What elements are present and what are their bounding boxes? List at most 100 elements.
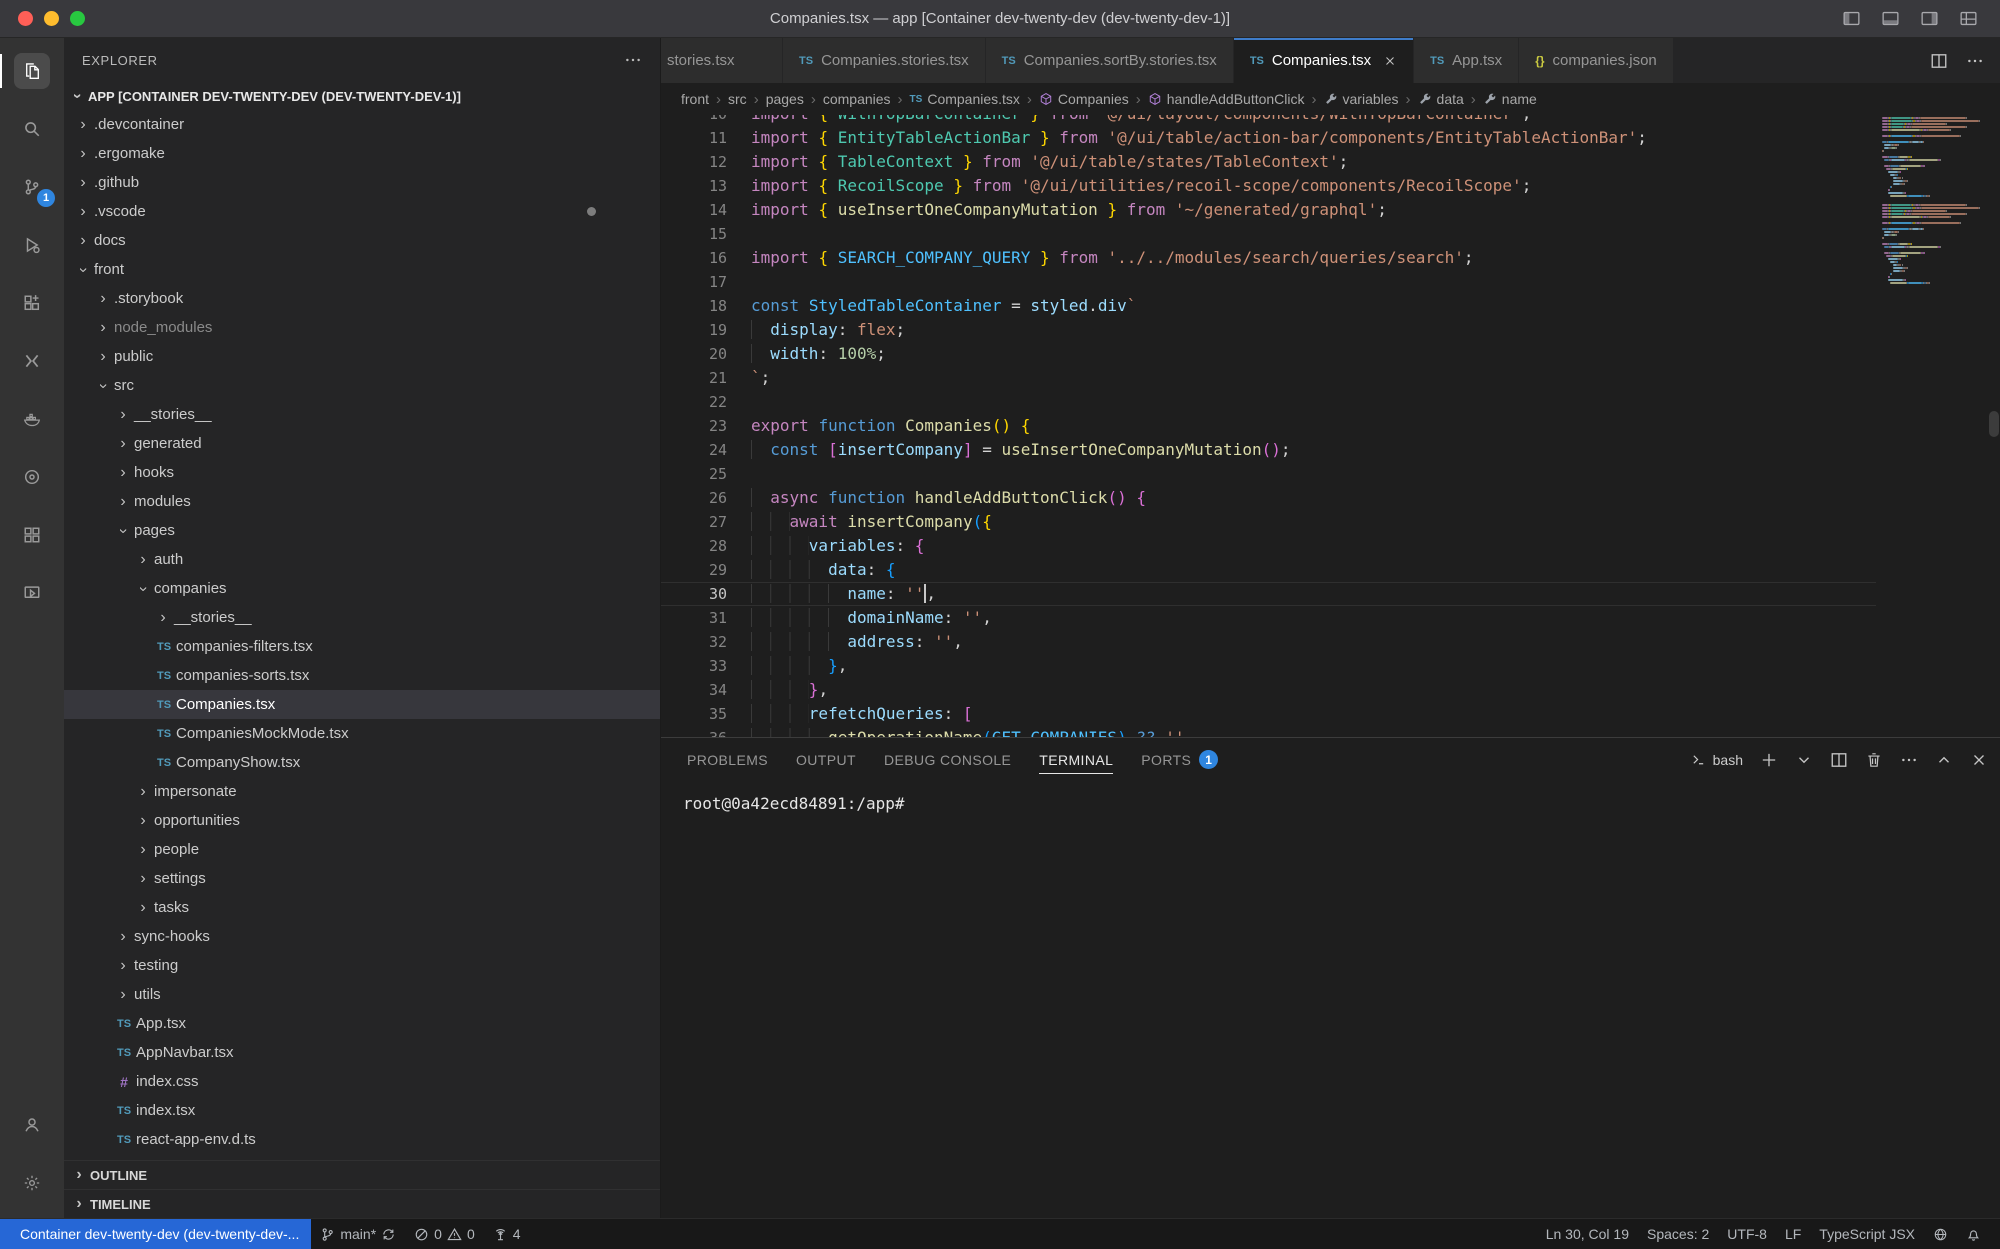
code-line-35[interactable]: 35 refetchQueries: [ xyxy=(661,702,1876,726)
code-line-10[interactable]: 10import { WithTopBarContainer } from '@… xyxy=(661,115,1876,126)
activity-item-search[interactable] xyxy=(0,100,64,158)
code-line-25[interactable]: 25 xyxy=(661,462,1876,486)
panel-tab-terminal[interactable]: TERMINAL xyxy=(1025,738,1127,781)
activity-item-remote-explorer[interactable] xyxy=(0,332,64,390)
code-line-20[interactable]: 20 width: 100%; xyxy=(661,342,1876,366)
split-panel-button[interactable] xyxy=(1830,751,1848,769)
breadcrumb-item-pages[interactable]: pages xyxy=(766,91,804,107)
code-line-30[interactable]: 30 name: '', xyxy=(661,582,1876,606)
editor-tab-Companies.stories.tsx[interactable]: TSCompanies.stories.tsx xyxy=(783,38,986,83)
tree-folder-auth[interactable]: ›auth xyxy=(64,545,660,574)
chevup-panel-button[interactable] xyxy=(1935,751,1953,769)
tree-folder-hooks[interactable]: ›hooks xyxy=(64,458,660,487)
tree-folder-.devcontainer[interactable]: ›.devcontainer xyxy=(64,110,660,139)
more-editor-button[interactable] xyxy=(1966,52,1984,70)
branch-status[interactable]: main* xyxy=(311,1219,405,1249)
tree-folder-people[interactable]: ›people xyxy=(64,835,660,864)
tree-file-Companies.tsx[interactable]: TSCompanies.tsx xyxy=(64,690,660,719)
code-line-19[interactable]: 19 display: flex; xyxy=(661,318,1876,342)
activity-item-extension-c[interactable] xyxy=(0,564,64,622)
zoom-window-button[interactable] xyxy=(70,11,85,26)
activity-item-run-debug[interactable] xyxy=(0,216,64,274)
breadcrumb-item-Companies[interactable]: Companies xyxy=(1039,91,1129,107)
tree-file-index.css[interactable]: #index.css xyxy=(64,1067,660,1096)
tree-folder-settings[interactable]: ›settings xyxy=(64,864,660,893)
minimap[interactable] xyxy=(1882,117,1986,291)
breadcrumb-item-front[interactable]: front xyxy=(681,91,709,107)
more-panel-button[interactable] xyxy=(1900,751,1918,769)
tree-folder-modules[interactable]: ›modules xyxy=(64,487,660,516)
activity-item-extension-a[interactable] xyxy=(0,448,64,506)
tree-folder-tasks[interactable]: ›tasks xyxy=(64,893,660,922)
breadcrumb-item-variables[interactable]: variables xyxy=(1324,91,1399,107)
code-line-32[interactable]: 32 address: '', xyxy=(661,630,1876,654)
remote-indicator[interactable]: Container dev-twenty-dev (dev-twenty-dev… xyxy=(0,1219,311,1249)
chevdown-panel-button[interactable] xyxy=(1795,751,1813,769)
timeline-section-header[interactable]: › TIMELINE xyxy=(64,1189,660,1218)
problems-status[interactable]: 00 xyxy=(405,1219,484,1249)
activity-item-extensions[interactable] xyxy=(0,274,64,332)
tree-folder-.github[interactable]: ›.github xyxy=(64,168,660,197)
tree-folder-utils[interactable]: ›utils xyxy=(64,980,660,1009)
plus-panel-button[interactable] xyxy=(1760,751,1778,769)
panel-tab-ports[interactable]: PORTS1 xyxy=(1127,738,1232,781)
tree-folder-.storybook[interactable]: ›.storybook xyxy=(64,284,660,313)
tree-folder-__stories__[interactable]: ›__stories__ xyxy=(64,400,660,429)
layout-customize-button[interactable] xyxy=(1959,9,1978,28)
code-line-22[interactable]: 22 xyxy=(661,390,1876,414)
code-line-15[interactable]: 15 xyxy=(661,222,1876,246)
editor-tab-Companies.tsx[interactable]: TSCompanies.tsx xyxy=(1234,38,1414,83)
activity-item-docker[interactable] xyxy=(0,390,64,448)
tree-file-companies-filters.tsx[interactable]: TScompanies-filters.tsx xyxy=(64,632,660,661)
tree-folder-src[interactable]: ›src xyxy=(64,371,660,400)
code-line-13[interactable]: 13import { RecoilScope } from '@/ui/util… xyxy=(661,174,1876,198)
tree-folder-front[interactable]: ›front xyxy=(64,255,660,284)
tree-folder-testing[interactable]: ›testing xyxy=(64,951,660,980)
panel-tab-debug-console[interactable]: DEBUG CONSOLE xyxy=(870,738,1025,781)
code-line-14[interactable]: 14import { useInsertOneCompanyMutation }… xyxy=(661,198,1876,222)
terminal-instance[interactable]: bash xyxy=(1691,752,1743,768)
editor-tab-stories.tsx[interactable]: stories.tsx xyxy=(661,38,783,83)
activity-item-accounts[interactable] xyxy=(0,1096,64,1154)
language-mode[interactable]: TypeScript JSX xyxy=(1810,1219,1924,1249)
tree-file-AppNavbar.tsx[interactable]: TSAppNavbar.tsx xyxy=(64,1038,660,1067)
tree-folder-public[interactable]: ›public xyxy=(64,342,660,371)
code-line-17[interactable]: 17 xyxy=(661,270,1876,294)
code-line-29[interactable]: 29 data: { xyxy=(661,558,1876,582)
tree-folder-companies[interactable]: ›companies xyxy=(64,574,660,603)
breadcrumb-item-companies[interactable]: companies xyxy=(823,91,891,107)
activity-item-source-control[interactable]: 1 xyxy=(0,158,64,216)
tree-file-CompaniesMockMode.tsx[interactable]: TSCompaniesMockMode.tsx xyxy=(64,719,660,748)
tree-folder-opportunities[interactable]: ›opportunities xyxy=(64,806,660,835)
code-line-34[interactable]: 34 }, xyxy=(661,678,1876,702)
tree-folder-__stories__[interactable]: ›__stories__ xyxy=(64,603,660,632)
tree-folder-docs[interactable]: ›docs xyxy=(64,226,660,255)
code-line-16[interactable]: 16import { SEARCH_COMPANY_QUERY } from '… xyxy=(661,246,1876,270)
breadcrumb-item-src[interactable]: src xyxy=(728,91,747,107)
code-line-27[interactable]: 27 await insertCompany({ xyxy=(661,510,1876,534)
encoding[interactable]: UTF-8 xyxy=(1718,1219,1776,1249)
editor-tab-App.tsx[interactable]: TSApp.tsx xyxy=(1414,38,1519,83)
trash-panel-button[interactable] xyxy=(1865,751,1883,769)
layout-sidebar-right-button[interactable] xyxy=(1920,9,1939,28)
tree-file-App.tsx[interactable]: TSApp.tsx xyxy=(64,1009,660,1038)
tree-folder-sync-hooks[interactable]: ›sync-hooks xyxy=(64,922,660,951)
ports-status[interactable]: 4 xyxy=(484,1219,530,1249)
code-line-23[interactable]: 23export function Companies() { xyxy=(661,414,1876,438)
layout-sidebar-left-button[interactable] xyxy=(1842,9,1861,28)
tree-file-react-app-env.d.ts[interactable]: TSreact-app-env.d.ts xyxy=(64,1125,660,1154)
close-window-button[interactable] xyxy=(18,11,33,26)
feedback[interactable] xyxy=(1924,1219,1957,1249)
code-editor[interactable]: 10import { WithTopBarContainer } from '@… xyxy=(661,115,2000,737)
breadcrumb-item-Companies.tsx[interactable]: TSCompanies.tsx xyxy=(910,91,1020,107)
breadcrumb-item-handleAddButtonClick[interactable]: handleAddButtonClick xyxy=(1148,91,1305,107)
workspace-section-header[interactable]: › APP [CONTAINER DEV-TWENTY-DEV (DEV-TWE… xyxy=(64,82,660,110)
tree-file-index.tsx[interactable]: TSindex.tsx xyxy=(64,1096,660,1125)
code-line-11[interactable]: 11import { EntityTableActionBar } from '… xyxy=(661,126,1876,150)
activity-item-settings[interactable] xyxy=(0,1154,64,1212)
panel-tab-problems[interactable]: PROBLEMS xyxy=(673,738,782,781)
editor-scrollbar-thumb[interactable] xyxy=(1989,411,1999,437)
editor-tab-companies.json[interactable]: {}companies.json xyxy=(1519,38,1674,83)
tree-folder-.ergomake[interactable]: ›.ergomake xyxy=(64,139,660,168)
tree-file-CompanyShow.tsx[interactable]: TSCompanyShow.tsx xyxy=(64,748,660,777)
